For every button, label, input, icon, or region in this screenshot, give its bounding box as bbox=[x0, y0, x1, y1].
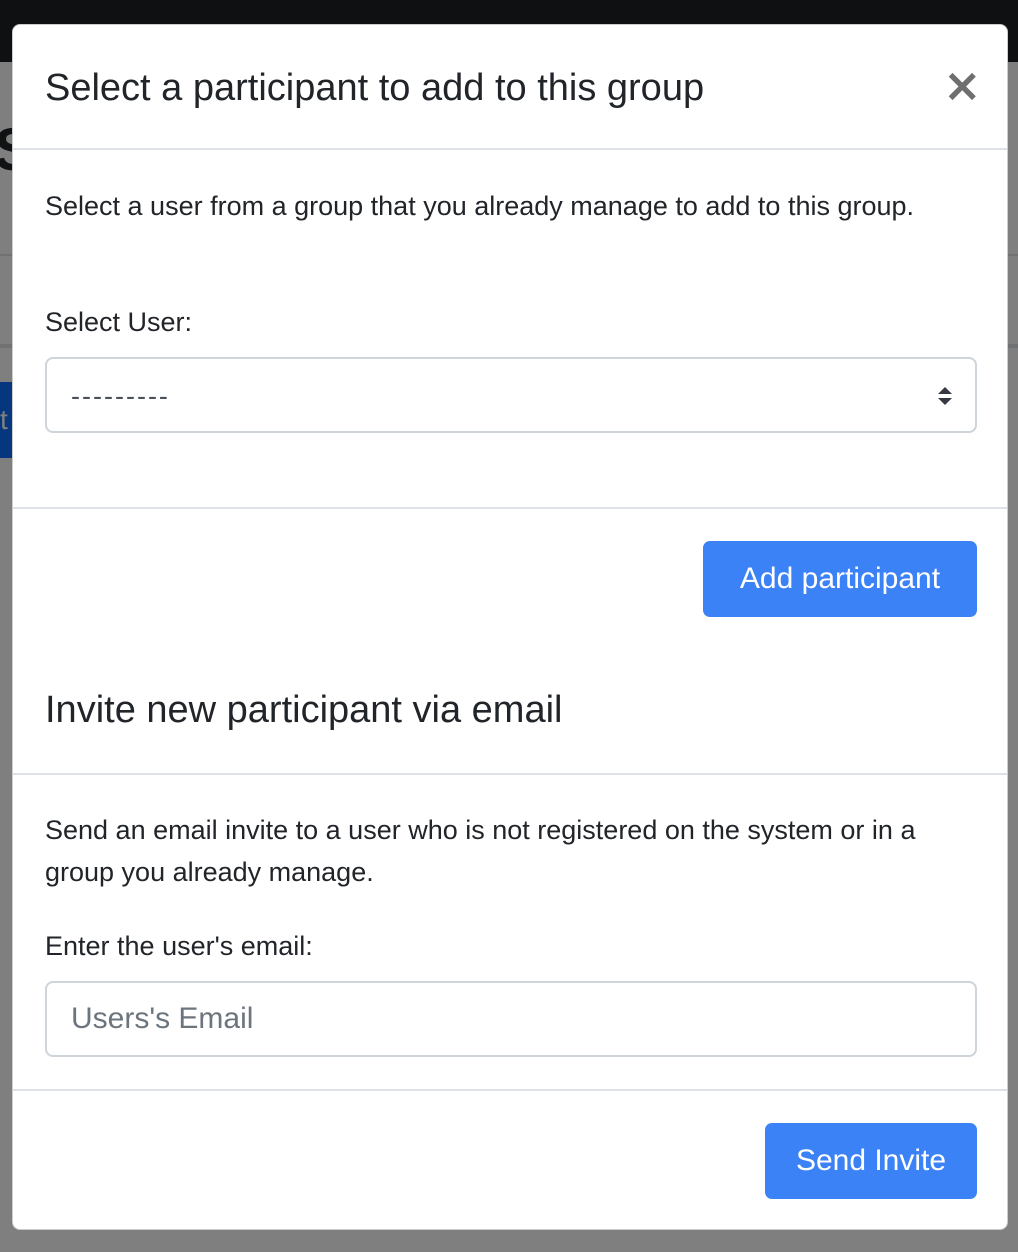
send-invite-button[interactable]: Send Invite bbox=[765, 1123, 977, 1199]
email-input[interactable] bbox=[45, 981, 977, 1057]
modal-title: Select a participant to add to this grou… bbox=[45, 67, 705, 109]
close-icon: × bbox=[943, 58, 982, 112]
add-participant-modal: Select a participant to add to this grou… bbox=[12, 24, 1008, 1230]
section-divider bbox=[13, 773, 1007, 775]
select-user-label: Select User: bbox=[45, 307, 193, 337]
close-button[interactable]: × bbox=[943, 62, 982, 108]
select-user-value: --------- bbox=[71, 381, 170, 411]
section-divider bbox=[13, 1089, 1007, 1091]
select-user-description: Select a user from a group that you alre… bbox=[45, 191, 915, 221]
modal-header: Select a participant to add to this grou… bbox=[13, 25, 1007, 150]
email-label: Enter the user's email: bbox=[45, 931, 313, 961]
add-participant-button[interactable]: Add participant bbox=[703, 541, 977, 617]
invite-description: Send an email invite to a user who is no… bbox=[45, 815, 916, 887]
section-divider bbox=[13, 507, 1007, 509]
invite-section-heading: Invite new participant via email bbox=[45, 689, 563, 731]
select-arrows-icon bbox=[938, 387, 952, 405]
select-user-dropdown[interactable]: --------- bbox=[45, 357, 977, 433]
